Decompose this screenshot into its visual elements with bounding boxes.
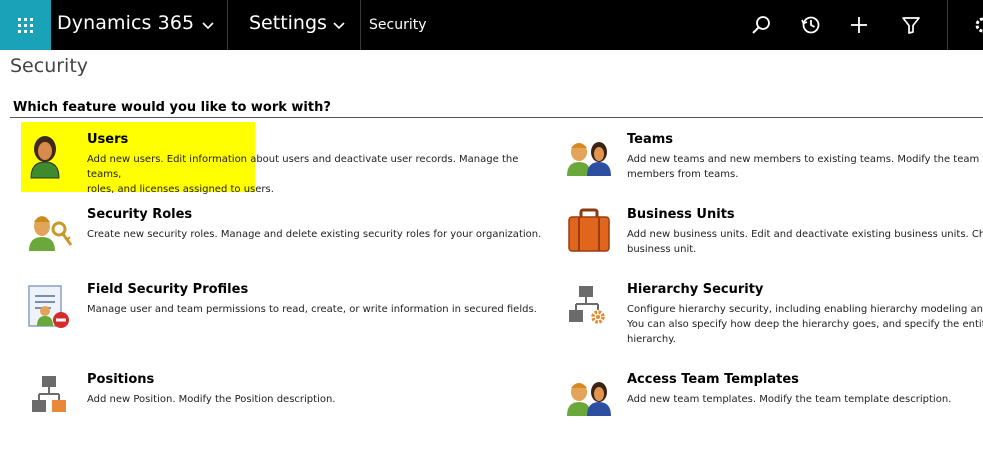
feature-title[interactable]: Users — [87, 132, 128, 147]
breadcrumb[interactable]: Security — [369, 17, 427, 33]
feature-title[interactable]: Teams — [627, 132, 673, 147]
hierarchy-icon — [569, 286, 605, 324]
feature-positions[interactable]: Positions Add new Position. Modify the P… — [25, 372, 555, 422]
feature-description: Manage user and team permissions to read… — [87, 304, 537, 315]
feature-title[interactable]: Security Roles — [87, 207, 192, 222]
feature-teams[interactable]: Teams Add new teams and new members to e… — [565, 132, 983, 187]
team-icon — [567, 382, 611, 416]
feature-description: Add new teams and new members to existin… — [627, 154, 983, 180]
feature-description: Configure hierarchy security, including … — [627, 304, 983, 345]
feature-hierarchy-security[interactable]: Hierarchy Security Configure hierarchy s… — [565, 282, 983, 352]
app-launcher-icon — [18, 18, 33, 33]
filter-icon[interactable] — [900, 14, 922, 36]
feature-title[interactable]: Hierarchy Security — [627, 282, 763, 297]
area-switcher[interactable]: Settings — [229, 0, 361, 50]
app-launcher-button[interactable] — [0, 0, 51, 50]
feature-description: Add new users. Edit information about us… — [87, 154, 519, 195]
app-name: Dynamics 365 — [57, 12, 195, 34]
heading-divider — [10, 117, 983, 118]
feature-users[interactable]: Users Add new users. Edit information ab… — [25, 132, 555, 195]
feature-access-team-templates[interactable]: Access Team Templates Add new team templ… — [565, 372, 983, 422]
feature-field-security-profiles[interactable]: Field Security Profiles Manage user and … — [25, 282, 555, 332]
field-security-profile-icon — [28, 285, 69, 328]
chevron-down-icon — [202, 22, 214, 30]
team-icon — [567, 142, 611, 176]
new-icon[interactable] — [848, 14, 870, 36]
settings-icon[interactable] — [972, 14, 983, 36]
feature-description: Add new business units. Edit and deactiv… — [627, 229, 983, 255]
feature-business-units[interactable]: Business Units Add new business units. E… — [565, 207, 983, 262]
feature-title[interactable]: Field Security Profiles — [87, 282, 248, 297]
app-switcher[interactable]: Dynamics 365 — [51, 0, 228, 50]
recent-icon[interactable] — [800, 14, 822, 36]
feature-description: Add new team templates. Modify the team … — [627, 394, 952, 405]
feature-description: Create new security roles. Manage and de… — [87, 229, 542, 240]
feature-title[interactable]: Positions — [87, 372, 154, 387]
nav-divider — [947, 0, 948, 50]
page-title: Security — [10, 55, 89, 77]
security-role-icon — [29, 216, 73, 251]
section-heading: Which feature would you like to work wit… — [13, 100, 331, 115]
user-icon — [30, 136, 60, 179]
chevron-down-icon — [333, 22, 345, 30]
feature-title[interactable]: Access Team Templates — [627, 372, 799, 387]
briefcase-icon — [568, 208, 610, 252]
top-navigation-bar: Dynamics 365 Settings Security — [0, 0, 983, 50]
position-hierarchy-icon — [32, 376, 66, 412]
feature-security-roles[interactable]: Security Roles Create new security roles… — [25, 207, 555, 257]
feature-description: Add new Position. Modify the Position de… — [87, 394, 336, 405]
area-name: Settings — [249, 12, 327, 34]
feature-title[interactable]: Business Units — [627, 207, 735, 222]
search-icon[interactable] — [750, 14, 772, 36]
